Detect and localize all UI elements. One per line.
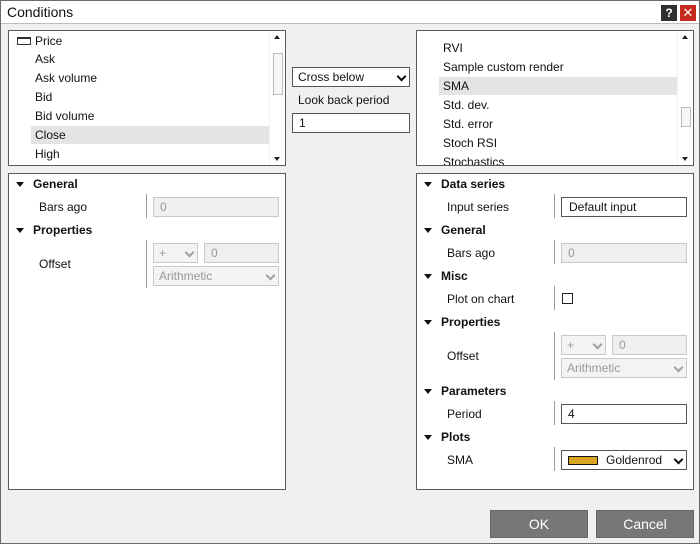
collapse-triangle-icon[interactable] bbox=[424, 228, 432, 233]
offset-type-dropdown[interactable]: Arithmetic bbox=[561, 358, 687, 378]
list-item[interactable]: High bbox=[9, 145, 269, 163]
offset-type-dropdown[interactable]: Arithmetic bbox=[153, 266, 279, 286]
title-bar: Conditions ? ✕ bbox=[1, 1, 699, 24]
plot-on-chart-checkbox[interactable] bbox=[562, 293, 573, 304]
offset-input[interactable]: 0 bbox=[204, 243, 279, 263]
offset-sign-value: + bbox=[159, 246, 167, 260]
input-series-field[interactable]: Default input bbox=[561, 197, 687, 217]
price-type-list[interactable]: Price Ask Ask volume Bid Bid volume Clos… bbox=[8, 30, 286, 166]
scroll-down-icon[interactable] bbox=[682, 157, 688, 161]
condition-property-grid: General Bars ago 0 Properties Offset + 0… bbox=[8, 173, 286, 490]
ok-button[interactable]: OK bbox=[490, 510, 588, 538]
collapse-triangle-icon[interactable] bbox=[424, 435, 432, 440]
grid-divider bbox=[554, 240, 555, 264]
list-item[interactable]: RVI bbox=[417, 39, 677, 57]
grid-divider bbox=[554, 401, 555, 425]
list-item[interactable]: Stoch RSI bbox=[417, 134, 677, 152]
offset-type-value: Arithmetic bbox=[159, 269, 213, 283]
offset-sign-dropdown[interactable]: + bbox=[153, 243, 198, 263]
sma-color-name: Goldenrod bbox=[606, 453, 663, 467]
list-item-selected[interactable]: Close bbox=[31, 126, 269, 144]
scroll-up-icon[interactable] bbox=[274, 35, 280, 39]
bars-ago-label: Bars ago bbox=[39, 200, 88, 214]
scroll-thumb[interactable] bbox=[273, 53, 283, 95]
scrollbar[interactable] bbox=[269, 31, 285, 165]
chevron-down-icon bbox=[673, 362, 684, 373]
input-series-label: Input series bbox=[447, 200, 510, 214]
collapse-triangle-icon[interactable] bbox=[16, 228, 24, 233]
grid-divider bbox=[554, 194, 555, 218]
offset-input[interactable]: 0 bbox=[612, 335, 687, 355]
period-label: Period bbox=[447, 407, 482, 421]
collapse-triangle-icon[interactable] bbox=[424, 182, 432, 187]
category-general: General bbox=[33, 177, 78, 191]
collapse-triangle-icon[interactable] bbox=[424, 320, 432, 325]
grid-divider bbox=[554, 447, 555, 471]
chevron-down-icon bbox=[265, 270, 276, 281]
bars-ago-input[interactable]: 0 bbox=[561, 243, 687, 263]
list-item[interactable]: Std. dev. bbox=[417, 96, 677, 114]
scrollbar[interactable] bbox=[677, 31, 693, 165]
conditions-dialog: Conditions ? ✕ Price Ask Ask volume Bid … bbox=[0, 0, 700, 544]
grid-divider bbox=[146, 194, 147, 218]
sma-color-dropdown[interactable]: Goldenrod bbox=[561, 450, 687, 470]
list-item[interactable]: Stochastics bbox=[417, 153, 677, 165]
offset-type-value: Arithmetic bbox=[567, 361, 621, 375]
close-button[interactable]: ✕ bbox=[680, 5, 696, 21]
indicator-property-grid: Data series Input series Default input G… bbox=[416, 173, 694, 490]
lookback-input[interactable]: 1 bbox=[292, 113, 410, 133]
scroll-up-icon[interactable] bbox=[682, 35, 688, 39]
offset-label: Offset bbox=[447, 349, 479, 363]
color-swatch bbox=[568, 456, 598, 465]
plot-on-chart-label: Plot on chart bbox=[447, 292, 515, 306]
list-item[interactable]: Bid volume bbox=[9, 107, 269, 125]
list-item[interactable]: Ask bbox=[9, 50, 269, 68]
category-properties: Properties bbox=[441, 315, 501, 329]
category-general: General bbox=[441, 223, 486, 237]
list-item[interactable]: Bid bbox=[9, 88, 269, 106]
scroll-thumb[interactable] bbox=[681, 107, 691, 127]
list-item[interactable]: Std. error bbox=[417, 115, 677, 133]
sma-plot-label: SMA bbox=[447, 453, 474, 467]
offset-sign-value: + bbox=[567, 338, 575, 352]
lookback-label: Look back period bbox=[298, 93, 390, 107]
list-item[interactable]: Price bbox=[9, 32, 269, 50]
chevron-down-icon bbox=[592, 339, 603, 350]
indicator-list[interactable]: RVI Sample custom render SMA Std. dev. S… bbox=[416, 30, 694, 166]
category-misc: Misc bbox=[441, 269, 468, 283]
chevron-down-icon bbox=[396, 71, 407, 82]
list-item-selected[interactable]: SMA bbox=[439, 77, 677, 95]
category-data-series: Data series bbox=[441, 177, 506, 191]
scroll-down-icon[interactable] bbox=[274, 157, 280, 161]
offset-sign-dropdown[interactable]: + bbox=[561, 335, 606, 355]
bars-ago-input[interactable]: 0 bbox=[153, 197, 279, 217]
collapse-triangle-icon[interactable] bbox=[424, 389, 432, 394]
operator-dropdown[interactable]: Cross below bbox=[292, 67, 410, 87]
list-item[interactable]: Ask volume bbox=[9, 69, 269, 87]
cancel-button[interactable]: Cancel bbox=[596, 510, 694, 538]
collapse-triangle-icon[interactable] bbox=[424, 274, 432, 279]
grid-divider bbox=[146, 240, 147, 288]
category-parameters: Parameters bbox=[441, 384, 507, 398]
chevron-down-icon bbox=[673, 454, 684, 465]
operator-value: Cross below bbox=[298, 70, 365, 84]
offset-label: Offset bbox=[39, 257, 71, 271]
window-title: Conditions bbox=[7, 4, 74, 20]
bars-ago-label: Bars ago bbox=[447, 246, 496, 260]
grid-divider bbox=[554, 286, 555, 310]
help-button[interactable]: ? bbox=[661, 5, 677, 21]
category-properties: Properties bbox=[33, 223, 93, 237]
folder-icon bbox=[17, 37, 31, 45]
collapse-triangle-icon[interactable] bbox=[16, 182, 24, 187]
list-item[interactable]: Sample custom render bbox=[417, 58, 677, 76]
chevron-down-icon bbox=[184, 247, 195, 258]
period-input[interactable]: 4 bbox=[561, 404, 687, 424]
category-plots: Plots bbox=[441, 430, 471, 444]
grid-divider bbox=[554, 332, 555, 380]
